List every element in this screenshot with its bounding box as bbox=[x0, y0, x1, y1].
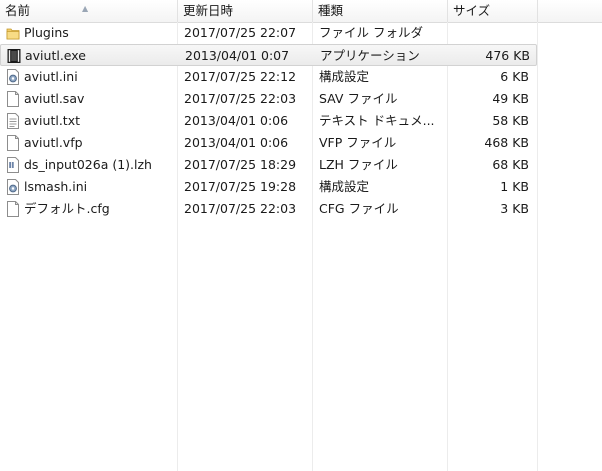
column-header-type[interactable]: 種類 bbox=[313, 0, 448, 22]
file-row[interactable]: aviutl.sav 2017/07/25 22:03 SAV ファイル 49 KB bbox=[0, 88, 537, 110]
file-name: aviutl.ini bbox=[24, 69, 78, 84]
file-row[interactable]: Plugins 2017/07/25 22:07 ファイル フォルダ bbox=[0, 22, 537, 44]
file-row[interactable]: aviutl.vfp 2013/04/01 0:06 VFP ファイル 468 KB bbox=[0, 132, 537, 154]
column-header-date[interactable]: 更新日時 bbox=[178, 0, 313, 22]
column-divider bbox=[537, 22, 538, 471]
file-date: 2013/04/01 0:07 bbox=[185, 48, 290, 63]
file-size: 1 KB bbox=[500, 179, 529, 194]
column-header-name[interactable]: 名前 ▲ bbox=[0, 0, 178, 22]
file-type: 構成設定 bbox=[319, 179, 370, 194]
settings-file-icon bbox=[6, 179, 20, 195]
file-name: aviutl.txt bbox=[24, 113, 80, 128]
file-name: aviutl.sav bbox=[24, 91, 85, 106]
file-icon bbox=[6, 201, 20, 217]
folder-icon bbox=[6, 25, 20, 41]
file-date: 2013/04/01 0:06 bbox=[184, 135, 289, 150]
archive-icon bbox=[6, 157, 20, 173]
column-header-date-label: 更新日時 bbox=[183, 3, 234, 18]
column-header-name-label: 名前 bbox=[5, 3, 31, 18]
file-date: 2017/07/25 22:03 bbox=[184, 201, 297, 216]
file-date: 2017/07/25 22:03 bbox=[184, 91, 297, 106]
file-type: ファイル フォルダ bbox=[319, 25, 423, 40]
file-type: アプリケーション bbox=[320, 48, 420, 63]
file-row[interactable]: aviutl.exe 2013/04/01 0:07 アプリケーション 476 KB bbox=[0, 44, 537, 66]
file-row[interactable]: aviutl.ini 2017/07/25 22:12 構成設定 6 KB bbox=[0, 66, 537, 88]
file-icon bbox=[6, 135, 20, 151]
file-name: lsmash.ini bbox=[24, 179, 88, 194]
file-name: Plugins bbox=[24, 25, 69, 40]
file-size: 68 KB bbox=[492, 157, 529, 172]
file-size: 58 KB bbox=[492, 113, 529, 128]
column-header-size[interactable]: サイズ bbox=[448, 0, 538, 22]
file-name: ds_input026a (1).lzh bbox=[24, 157, 152, 172]
file-date: 2017/07/25 19:28 bbox=[184, 179, 297, 194]
file-name: aviutl.vfp bbox=[24, 135, 83, 150]
file-row[interactable]: lsmash.ini 2017/07/25 19:28 構成設定 1 KB bbox=[0, 176, 537, 198]
file-type: VFP ファイル bbox=[319, 135, 397, 150]
file-date: 2017/07/25 22:12 bbox=[184, 69, 297, 84]
column-header-type-label: 種類 bbox=[318, 3, 344, 18]
file-type: テキスト ドキュメ... bbox=[319, 113, 435, 128]
file-date: 2017/07/25 22:07 bbox=[184, 25, 297, 40]
file-date: 2013/04/01 0:06 bbox=[184, 113, 289, 128]
file-date: 2017/07/25 18:29 bbox=[184, 157, 297, 172]
column-header-bar: 名前 ▲ 更新日時 種類 サイズ bbox=[0, 0, 602, 23]
text-file-icon bbox=[6, 113, 20, 129]
file-type: LZH ファイル bbox=[319, 157, 398, 172]
file-list: Plugins 2017/07/25 22:07 ファイル フォルダ aviutl.e… bbox=[0, 22, 537, 220]
file-size: 476 KB bbox=[485, 48, 530, 63]
file-name: aviutl.exe bbox=[25, 48, 86, 63]
file-type: 構成設定 bbox=[319, 69, 370, 84]
file-size: 468 KB bbox=[484, 135, 529, 150]
file-size bbox=[448, 22, 529, 44]
file-row[interactable]: デフォルト.cfg 2017/07/25 22:03 CFG ファイル 3 KB bbox=[0, 198, 537, 220]
settings-file-icon bbox=[6, 69, 20, 85]
sort-ascending-icon: ▲ bbox=[82, 4, 89, 13]
file-icon bbox=[6, 91, 20, 107]
column-header-size-label: サイズ bbox=[453, 3, 491, 18]
file-size: 6 KB bbox=[500, 69, 529, 84]
file-type: CFG ファイル bbox=[319, 201, 399, 216]
file-row[interactable]: ds_input026a (1).lzh 2017/07/25 18:29 LZH … bbox=[0, 154, 537, 176]
exe-icon bbox=[7, 48, 21, 64]
file-name: デフォルト.cfg bbox=[24, 201, 110, 216]
file-row[interactable]: aviutl.txt 2013/04/01 0:06 テキスト ドキュメ... 58 … bbox=[0, 110, 537, 132]
file-size: 49 KB bbox=[492, 91, 529, 106]
file-size: 3 KB bbox=[500, 201, 529, 216]
file-type: SAV ファイル bbox=[319, 91, 398, 106]
